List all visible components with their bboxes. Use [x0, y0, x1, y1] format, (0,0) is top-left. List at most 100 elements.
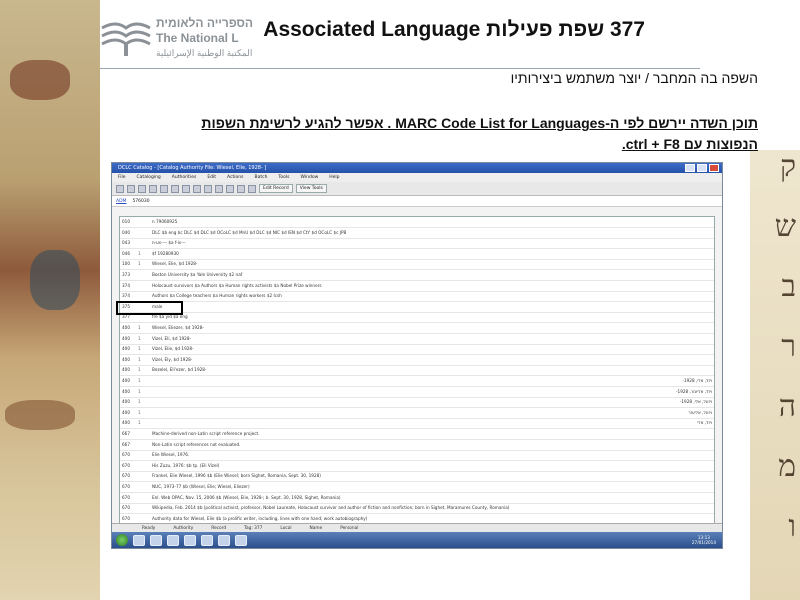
marc-value[interactable]: ויזעל, אלי, 1928-: [152, 397, 712, 407]
marc-value[interactable]: fre $a yid $a eng: [152, 312, 712, 322]
marc-value[interactable]: NUC, 1973-77 $b (Wiesel, Elie; Wiesel, E…: [152, 482, 712, 492]
marc-field-row[interactable]: 400 1 ויזל, אלי: [120, 418, 714, 430]
view-tools-button[interactable]: View Tools: [295, 184, 327, 193]
marc-field-row[interactable]: 670 Elie Wiesel, 1976.: [120, 450, 714, 462]
marc-value[interactable]: DLC $b eng $c DLC $d DLC $d OCoLC $d MnU…: [152, 228, 712, 238]
marc-value[interactable]: Bezelel, Eli'ezer, $d 1928-: [152, 365, 712, 375]
taskbar-app-icon[interactable]: [133, 534, 145, 546]
marc-tag: 046: [122, 250, 130, 256]
marc-value[interactable]: n 79060925: [152, 217, 712, 227]
window-close-icon[interactable]: [709, 164, 719, 172]
taskbar-app-icon[interactable]: [184, 534, 196, 546]
marc-field-row[interactable]: 670 His Zuzu, 1976: $b tp. (Eli Vizel): [120, 461, 714, 472]
toolbar-button[interactable]: [149, 184, 157, 193]
marc-field-row[interactable]: 667 Machine-derived non-Latin script refe…: [120, 429, 714, 440]
marc-value[interactable]: Enl. Web OPAC, Nov. 15, 2006 $b (Wiesel,…: [152, 493, 712, 503]
marc-value[interactable]: ויזל, אלי, 1928-: [152, 376, 712, 386]
marc-field-row[interactable]: 400 1 ויזעל, אליעזר: [120, 408, 714, 419]
edit-record-button[interactable]: Edit Record: [259, 184, 293, 193]
marc-value[interactable]: male: [152, 302, 712, 312]
marc-value[interactable]: Wiesel, Elie, $d 1928-: [152, 259, 712, 269]
toolbar-button[interactable]: [226, 184, 234, 193]
marc-field-row[interactable]: 400 1 ויזל, אליעזר, 1928-: [120, 387, 714, 398]
toolbar-button[interactable]: [215, 184, 223, 193]
page-subtitle: השפה בה המחבר / יוצר משתמש ביצירותיו: [510, 70, 758, 86]
marc-field-row[interactable]: 046 1 $f 19280930: [120, 249, 714, 260]
minimize-button[interactable]: [685, 164, 695, 172]
marc-value[interactable]: Non-Latin script references not evaluate…: [152, 440, 712, 450]
marc-value[interactable]: Holocaust survivors $a Authors $a Human …: [152, 281, 712, 291]
marc-field-row[interactable]: 400 1 Vizel, Eli, $d 1928-: [120, 334, 714, 345]
marc-value[interactable]: Vizel, Ely, $d 1928-: [152, 355, 712, 365]
menu-authorities[interactable]: Authorities: [172, 173, 197, 182]
marc-value[interactable]: Frankel, Elie Wiesel, 1996 $b (Elie Wies…: [152, 471, 712, 481]
menu-window[interactable]: Window: [301, 173, 319, 182]
toolbar-button[interactable]: [193, 184, 201, 193]
taskbar-app-icon[interactable]: [201, 534, 213, 546]
taskbar-app-icon[interactable]: [235, 534, 247, 546]
menu-file[interactable]: File: [118, 173, 126, 182]
toolbar-button[interactable]: [182, 184, 190, 193]
taskbar-app-icon[interactable]: [218, 534, 230, 546]
marc-field-row[interactable]: 667 Non-Latin script references not evalu…: [120, 440, 714, 451]
menu-batch[interactable]: Batch: [254, 173, 267, 182]
toolbar-button[interactable]: [127, 184, 135, 193]
marc-field-row[interactable]: 043 n-us---- $a f-is---: [120, 238, 714, 250]
menu-edit[interactable]: Edit: [207, 173, 216, 182]
marc-value[interactable]: n-us---- $a f-is---: [152, 238, 712, 248]
field-377-highlight: [116, 301, 183, 315]
marc-field-row[interactable]: 375 male: [120, 302, 714, 313]
marc-field-row[interactable]: 373 Boston University $a Yale University …: [120, 270, 714, 281]
start-orb-icon[interactable]: [116, 534, 128, 546]
marc-field-row[interactable]: 670 Frankel, Elie Wiesel, 1996 $b (Elie W…: [120, 471, 714, 483]
marc-indicator: 1: [138, 261, 141, 267]
marc-field-row[interactable]: 374 Authors $a College teachers $a Human …: [120, 291, 714, 303]
marc-field-row[interactable]: 400 1 Vizel, Ely, $d 1928-: [120, 355, 714, 366]
menu-actions[interactable]: Actions: [227, 173, 243, 182]
toolbar-button[interactable]: [204, 184, 212, 193]
marc-field-row[interactable]: 377 fre $a yid $a eng: [120, 312, 714, 324]
marc-value[interactable]: His Zuzu, 1976: $b tp. (Eli Vizel): [152, 461, 712, 471]
marc-field-row[interactable]: 010 n 79060925: [120, 217, 714, 228]
marc-field-row[interactable]: 400 1 Bezelel, Eli'ezer, $d 1928-: [120, 365, 714, 377]
taskbar-app-icon[interactable]: [167, 534, 179, 546]
marc-value[interactable]: Wikipedia, Feb. 2014 $b (political activ…: [152, 503, 712, 513]
record-tag-link[interactable]: ADM: [116, 199, 126, 204]
window-controls: [685, 164, 719, 172]
marc-value[interactable]: Boston University $a Yale University $2 …: [152, 270, 712, 280]
description-line-1: תוכן השדה יירשם לפי ה-MARC Code List for…: [201, 115, 758, 131]
toolbar-button[interactable]: [237, 184, 245, 193]
menu-help[interactable]: Help: [329, 173, 339, 182]
menu-tools[interactable]: Tools: [278, 173, 289, 182]
marc-value[interactable]: Vizel, Eli, $d 1928-: [152, 334, 712, 344]
marc-field-row[interactable]: 040 DLC $b eng $c DLC $d DLC $d OCoLC $d …: [120, 228, 714, 239]
marc-value[interactable]: Elie Wiesel, 1976.: [152, 450, 712, 460]
marc-value[interactable]: Wiesel, Eliezer, $d 1928-: [152, 323, 712, 333]
marc-value[interactable]: ויזל, אליעזר, 1928-: [152, 387, 712, 397]
marc-value[interactable]: ויזל, אלי: [152, 418, 712, 428]
marc-field-row[interactable]: 670 Wikipedia, Feb. 2014 $b (political ac…: [120, 503, 714, 515]
marc-field-row[interactable]: 400 1 ויזעל, אלי, 1928-: [120, 397, 714, 409]
marc-field-row[interactable]: 670 NUC, 1973-77 $b (Wiesel, Elie; Wiesel…: [120, 482, 714, 493]
marc-field-row[interactable]: 400 1 ויזל, אלי, 1928-: [120, 376, 714, 387]
toolbar-button[interactable]: [160, 184, 168, 193]
marc-value[interactable]: Machine-derived non-Latin script referen…: [152, 429, 712, 439]
marc-value[interactable]: Vizel, Elie, $d 1928-: [152, 344, 712, 354]
menu-cataloging[interactable]: Cataloging: [137, 173, 161, 182]
toolbar-button[interactable]: [116, 184, 124, 193]
marc-value[interactable]: ויזעל, אליעזר: [152, 408, 712, 418]
toolbar-button[interactable]: [138, 184, 146, 193]
toolbar-button[interactable]: [171, 184, 179, 193]
calligraphy-glyph: ק: [779, 150, 796, 184]
marc-field-row[interactable]: 400 1 Wiesel, Eliezer, $d 1928-: [120, 323, 714, 334]
taskbar-app-icon[interactable]: [150, 534, 162, 546]
maximize-button[interactable]: [697, 164, 707, 172]
toolbar-button[interactable]: [248, 184, 256, 193]
marc-field-row[interactable]: 670 Enl. Web OPAC, Nov. 15, 2006 $b (Wies…: [120, 493, 714, 504]
marc-value[interactable]: Authors $a College teachers $a Human rig…: [152, 291, 712, 301]
windows-taskbar: 13:13 27/01/2014: [112, 532, 722, 548]
marc-value[interactable]: $f 19280930: [152, 249, 712, 259]
marc-field-row[interactable]: 374 Holocaust survivors $a Authors $a Hum…: [120, 281, 714, 292]
marc-field-row[interactable]: 400 1 Vizel, Elie, $d 1928-: [120, 344, 714, 356]
marc-field-row[interactable]: 100 1 Wiesel, Elie, $d 1928-: [120, 259, 714, 271]
